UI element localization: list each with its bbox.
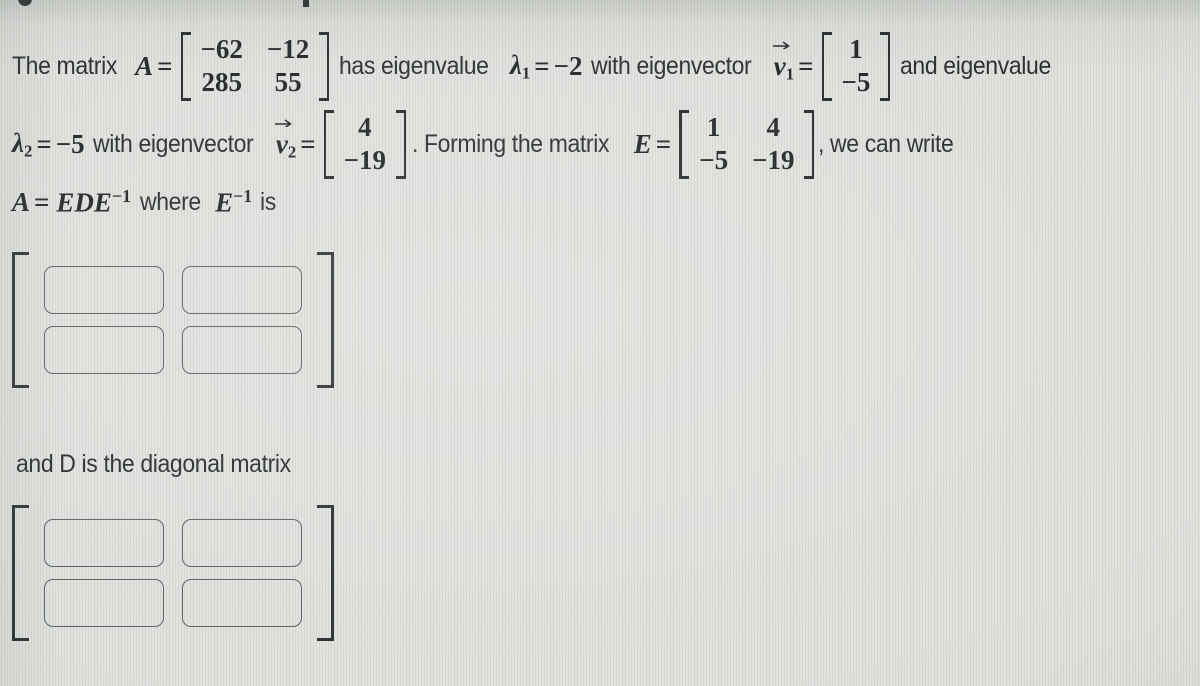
d-matrix-input-r0c0[interactable] xyxy=(44,519,164,567)
vector-v2-cells: 4 −19 xyxy=(335,110,395,179)
e-inverse-input-r1c0[interactable] xyxy=(44,326,164,374)
lambda-2-subscript: 2 xyxy=(23,141,33,161)
vector-v2-display: 4 −19 xyxy=(323,110,407,179)
symbol-lambda-2: λ2 xyxy=(12,127,33,161)
vector-v1-cell-r0: 1 xyxy=(849,34,863,64)
matrix-e-cell-r1c0: −5 xyxy=(699,144,729,175)
e-inverse-input-r0c0[interactable] xyxy=(44,266,164,314)
e-inverse-answer-matrix xyxy=(12,252,334,388)
answer-bracket-right xyxy=(316,252,334,388)
matrix-e-display: 1 4 −5 −19 xyxy=(679,110,815,179)
symbol-vector-v2: v2 xyxy=(274,118,297,163)
equals-sign-7: = xyxy=(34,186,50,217)
cropped-glyph-fragment-left xyxy=(18,0,32,6)
bracket-right xyxy=(318,32,330,101)
matrix-e-cell-r0c0: 1 xyxy=(706,112,721,142)
text-is: is xyxy=(260,187,277,216)
text-we-can-write: we can write xyxy=(830,129,954,158)
text-and-eigenvalue: and eigenvalue xyxy=(900,51,1052,80)
symbol-e-inverse: E−1 xyxy=(215,186,253,218)
matrix-a-cell-r1c1: 55 xyxy=(274,66,302,97)
matrix-a-cells: −62 −12 285 55 xyxy=(192,32,319,101)
bracket-left xyxy=(323,110,335,179)
equals-sign-5: = xyxy=(300,128,316,159)
bracket-left xyxy=(679,110,690,179)
bracket-right xyxy=(803,110,815,179)
answer-bracket-left xyxy=(12,252,30,388)
symbol-vector-v1: v1 xyxy=(772,40,795,85)
equals-sign-4: = xyxy=(36,128,52,159)
e-inverse-input-r0c1[interactable] xyxy=(182,266,302,314)
problem-statement-line-2: λ2 = −5 with eigenvector v2 = 4 −19 . Fo… xyxy=(12,110,964,179)
vector-v1-display: 1 −5 xyxy=(821,32,891,101)
answer-bracket-right xyxy=(316,505,334,641)
vector-arrow-icon xyxy=(274,118,292,127)
bracket-left xyxy=(180,32,192,101)
text-with-eigenvector-2: with eigenvector xyxy=(92,129,254,158)
bracket-left xyxy=(821,32,833,101)
matrix-a-cell-r0c1: −12 xyxy=(266,34,310,64)
problem-statement-line-1: The matrix A = −62 −12 285 55 has eigenv… xyxy=(12,32,1064,101)
equals-sign-6: = xyxy=(655,128,672,159)
equals-sign-3: = xyxy=(798,50,814,81)
worksheet-page: The matrix A = −62 −12 285 55 has eigenv… xyxy=(0,0,1200,686)
v2-subscript: 2 xyxy=(287,142,297,162)
lambda-1-value: −2 xyxy=(553,50,583,81)
equals-sign-2: = xyxy=(534,50,550,81)
symbol-lambda-1: λ1 xyxy=(509,49,531,83)
matrix-e-cell-r1c1: −19 xyxy=(752,144,795,175)
vector-v2-cell-r1: −19 xyxy=(343,144,387,175)
vector-arrow-icon xyxy=(772,40,790,49)
text-the-matrix: The matrix xyxy=(12,51,117,80)
exponent-minus-one: −1 xyxy=(111,186,131,206)
vector-v1-cells: 1 −5 xyxy=(833,32,880,101)
text-forming-the-matrix: Forming the matrix xyxy=(423,129,609,158)
cropped-glyph-fragment-right xyxy=(303,0,309,7)
exponent-minus-one-2: −1 xyxy=(233,186,253,206)
matrix-a-display: −62 −12 285 55 xyxy=(180,32,330,101)
d-matrix-input-r1c1[interactable] xyxy=(182,579,302,627)
bracket-right xyxy=(395,110,407,179)
d-matrix-input-r1c0[interactable] xyxy=(44,579,164,627)
bracket-right xyxy=(879,32,891,101)
matrix-e-cells: 1 4 −5 −19 xyxy=(690,110,803,179)
vector-v2-cell-r0: 4 xyxy=(358,112,372,142)
text-where: where xyxy=(140,187,201,216)
problem-statement-line-3: A = EDE−1 where E−1 is xyxy=(12,186,277,218)
lambda-1-subscript: 1 xyxy=(521,63,531,83)
e-inverse-input-grid xyxy=(30,252,316,388)
lambda-2-value: −5 xyxy=(55,128,85,159)
text-with-eigenvector-1: with eigenvector xyxy=(590,51,752,80)
symbol-matrix-a-2: A xyxy=(12,186,31,217)
e-inverse-input-r1c1[interactable] xyxy=(182,326,302,374)
answer-bracket-left xyxy=(12,505,30,641)
matrix-a-cell-r1c0: 285 xyxy=(201,66,242,97)
vector-v1-cell-r1: −5 xyxy=(841,66,871,97)
symbol-matrix-a: A xyxy=(135,50,154,81)
d-matrix-input-grid xyxy=(30,505,316,641)
text-period: . xyxy=(412,129,419,158)
text-has-eigenvalue: has eigenvalue xyxy=(339,51,489,80)
d-matrix-answer-matrix xyxy=(12,505,334,641)
expression-ede-inverse: EDE−1 xyxy=(56,186,131,218)
d-matrix-input-r0c1[interactable] xyxy=(182,519,302,567)
matrix-a-cell-r0c0: −62 xyxy=(200,34,243,64)
text-comma: , xyxy=(818,129,825,158)
v1-subscript: 1 xyxy=(785,64,795,84)
diagonal-matrix-label: and D is the diagonal matrix xyxy=(16,450,315,479)
symbol-matrix-e: E xyxy=(633,128,652,159)
matrix-e-cell-r0c1: 4 xyxy=(766,112,781,142)
text-and-d-is-the-diagonal-matrix: and D is the diagonal matrix xyxy=(16,450,291,478)
equals-sign-1: = xyxy=(157,50,173,81)
